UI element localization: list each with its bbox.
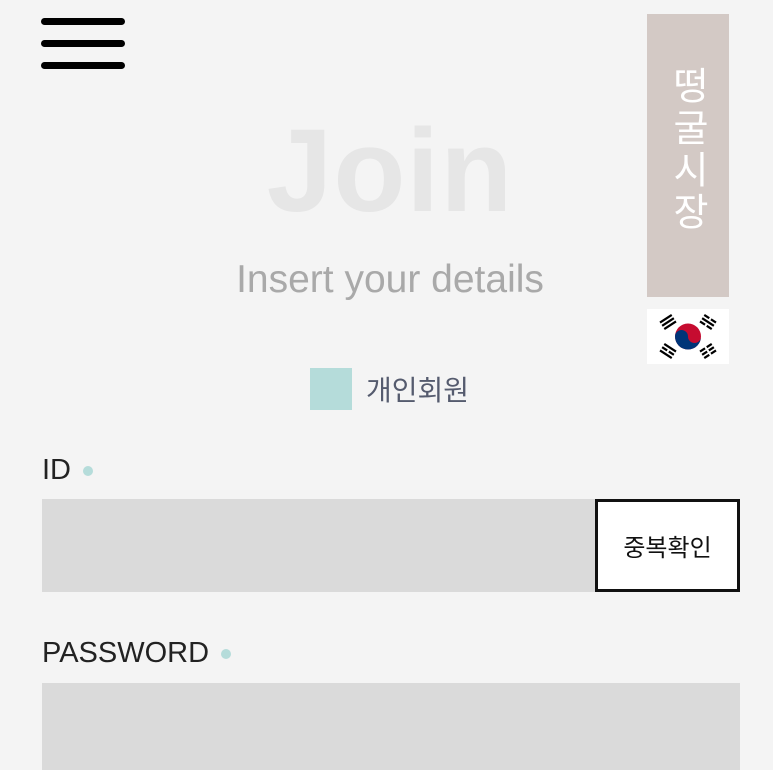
required-indicator-icon — [221, 648, 232, 659]
password-input[interactable] — [42, 683, 740, 770]
hamburger-menu-icon[interactable] — [41, 18, 127, 72]
id-input[interactable] — [42, 499, 598, 592]
south-korea-flag-icon[interactable] — [647, 309, 729, 364]
menu-bar — [41, 18, 125, 25]
page-subtitle: Insert your details — [236, 258, 544, 301]
menu-bar — [41, 40, 125, 47]
member-type-checkbox[interactable] — [310, 368, 352, 410]
password-field-label: PASSWORD — [42, 637, 232, 670]
member-type-option[interactable]: 개인회원 — [310, 368, 469, 410]
duplicate-check-button[interactable]: 중복확인 — [595, 499, 740, 592]
password-label-text: PASSWORD — [42, 637, 210, 669]
id-label-text: ID — [42, 454, 71, 486]
page-title: Join — [266, 105, 514, 237]
id-field-label: ID — [42, 454, 93, 487]
required-indicator-icon — [83, 465, 93, 476]
member-type-label: 개인회원 — [366, 374, 470, 407]
menu-bar — [41, 62, 125, 69]
flag-graphic — [647, 309, 729, 364]
